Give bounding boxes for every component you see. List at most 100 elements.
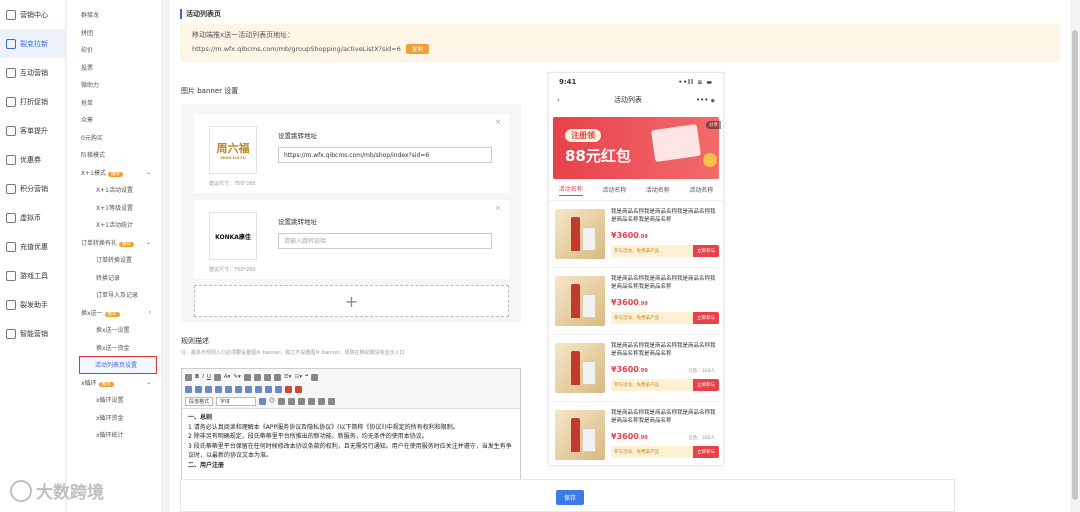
italic-icon[interactable]: I: [202, 374, 204, 380]
subnav-item[interactable]: X+1活动统计: [67, 216, 161, 234]
join-button[interactable]: 立即参与: [693, 312, 719, 324]
product-card[interactable]: 我是商品名称我是商品名称我是商品名称我是商品名称我是商品名称 ¥3600.99 …: [553, 205, 719, 268]
html-icon[interactable]: [185, 373, 192, 381]
subnav-item[interactable]: 订单转换设置: [67, 251, 161, 269]
subnav-item[interactable]: 阶梯模式: [67, 146, 161, 164]
paint-icon[interactable]: [327, 397, 335, 405]
subnav-item[interactable]: 砍价: [67, 41, 161, 59]
close-icon[interactable]: ×: [495, 204, 501, 212]
link-input[interactable]: [278, 147, 492, 163]
image-icon[interactable]: [195, 385, 202, 393]
subnav-item[interactable]: x循环资金: [67, 409, 161, 427]
subnav-item[interactable]: 抢单: [67, 94, 161, 112]
save-button[interactable]: 保存: [556, 490, 585, 505]
sidebar-item-points[interactable]: 积分营销: [0, 174, 65, 203]
sidebar-item-interaction[interactable]: 互动营销: [0, 58, 65, 87]
spacing-icon[interactable]: [297, 397, 305, 405]
subnav-item[interactable]: 0元购买: [67, 129, 161, 147]
phone-tab[interactable]: 活动名称: [602, 185, 626, 194]
copy-button[interactable]: 复制: [405, 44, 429, 54]
hero-banner[interactable]: 注册领 88元红包 分享: [553, 117, 721, 179]
rich-text-editor[interactable]: B I U A▾ ✎▾ ☰▾ ☷▾ ❝ 段落格式 字体 ☺ 一、总则 1 请务必…: [181, 368, 521, 486]
share-button[interactable]: 分享: [706, 121, 721, 129]
link-icon[interactable]: [287, 397, 295, 405]
split-icon[interactable]: [245, 385, 252, 393]
subnav-item[interactable]: x循环统计: [67, 426, 161, 444]
sidebar-item-order[interactable]: 客单提升: [0, 116, 65, 145]
sidebar-item-discount[interactable]: 打折促销: [0, 87, 65, 116]
sidebar-item-virtual-coin[interactable]: 虚拟币: [0, 203, 65, 232]
strike-icon[interactable]: [213, 373, 221, 381]
table-icon[interactable]: [185, 385, 192, 393]
align-center-icon[interactable]: [253, 373, 261, 381]
scrollbar[interactable]: [1070, 0, 1080, 512]
phone-tab[interactable]: 活动名称: [558, 184, 583, 196]
map-icon[interactable]: [277, 397, 285, 405]
join-button[interactable]: 立即参与: [693, 379, 719, 391]
anchor-icon[interactable]: [295, 385, 302, 393]
join-button[interactable]: 立即参与: [693, 446, 719, 458]
scrollbar-thumb[interactable]: [1072, 30, 1078, 500]
filter-icon[interactable]: [285, 385, 292, 393]
merge-icon[interactable]: [235, 385, 242, 393]
subnav-item[interactable]: 众筹: [67, 111, 161, 129]
subnav-item[interactable]: X+1等级设置: [67, 199, 161, 217]
subnav-item[interactable]: 转换记录: [67, 269, 161, 287]
product-card[interactable]: 我是商品名称我是商品名称我是商品名称我是商品名称我是商品名称 ¥3600.99 …: [553, 406, 719, 465]
subnav-item[interactable]: 换x送一设置: [67, 321, 161, 339]
subnav-group-xplus1[interactable]: X+1模式 推荐 ⌄: [67, 164, 161, 182]
sidebar-item-marketing-center[interactable]: 营销中心: [0, 0, 65, 29]
delete-table-icon[interactable]: [275, 385, 282, 393]
subnav-item[interactable]: 订单导入及记录: [67, 286, 161, 304]
code-icon[interactable]: [311, 373, 319, 381]
subnav-item[interactable]: X+1活动设置: [67, 181, 161, 199]
image-upload-icon[interactable]: [259, 397, 267, 405]
justify-icon[interactable]: [273, 373, 281, 381]
subnav-item-active-list-settings[interactable]: 活动列表页设置: [79, 356, 157, 374]
subnav-group-xback1[interactable]: 换x送一 推荐 ›: [67, 304, 161, 322]
bold-icon[interactable]: B: [195, 374, 199, 380]
quote-icon[interactable]: ❝: [305, 374, 308, 380]
banner-image-konka[interactable]: KONKA康佳: [209, 212, 257, 260]
delete-col-icon[interactable]: [265, 385, 272, 393]
close-icon[interactable]: ×: [495, 118, 501, 126]
sidebar-item-game[interactable]: 游戏工具: [0, 261, 65, 290]
sidebar-item-recharge[interactable]: 充值优惠: [0, 232, 65, 261]
subnav-item[interactable]: 投票: [67, 59, 161, 77]
link-input[interactable]: [278, 233, 492, 249]
underline-icon[interactable]: U: [207, 374, 211, 380]
subnav-group-xloop[interactable]: x循环 推荐 ⌄: [67, 374, 161, 392]
paragraph-select[interactable]: 段落格式: [185, 396, 214, 406]
subnav-item[interactable]: 群接龙: [67, 6, 161, 24]
video-icon[interactable]: [205, 385, 212, 393]
capture-icon[interactable]: ◉: [711, 98, 715, 104]
subnav-group-order-gift[interactable]: 订单转换有礼 推荐 ⌄: [67, 234, 161, 252]
join-button[interactable]: 立即参与: [693, 245, 719, 257]
font-color-icon[interactable]: A▾: [224, 374, 231, 380]
subnav-item[interactable]: x循环设置: [67, 391, 161, 409]
indent-icon[interactable]: [307, 397, 315, 405]
more-icon[interactable]: •••: [696, 96, 708, 104]
align-left-icon[interactable]: [243, 373, 251, 381]
sidebar-item-assistant[interactable]: 裂发助手: [0, 290, 65, 319]
subnav-item[interactable]: 微助力: [67, 76, 161, 94]
emoji-icon[interactable]: ☺: [269, 398, 275, 404]
add-banner-button[interactable]: +: [194, 285, 509, 317]
subnav-item[interactable]: 拼团: [67, 24, 161, 42]
highlight-icon[interactable]: ✎▾: [233, 374, 240, 380]
product-card[interactable]: 我是商品名称我是商品名称我是商品名称我是商品名称我是商品名称 ¥3600.99 …: [553, 339, 719, 402]
sidebar-item-coupon[interactable]: 优惠券: [0, 145, 65, 174]
banner-image-zhouliufu[interactable]: 周六福 ZHOU LIU FU: [209, 126, 257, 174]
unordered-list-icon[interactable]: ☷▾: [294, 374, 302, 380]
delete-row-icon[interactable]: [255, 385, 262, 393]
clear-format-icon[interactable]: [317, 397, 325, 405]
back-icon[interactable]: ‹: [557, 96, 560, 104]
ordered-list-icon[interactable]: ☰▾: [284, 374, 292, 380]
phone-tab[interactable]: 活动名称: [646, 185, 670, 194]
product-card[interactable]: 我是商品名称我是商品名称我是商品名称我是商品名称我是商品名称 ¥3600.99 …: [553, 272, 719, 335]
notice-url[interactable]: https://m.wfx.qibcms.com/mb/groupShoppin…: [192, 45, 401, 53]
subnav-item[interactable]: 换x送一资金: [67, 339, 161, 357]
editor-content[interactable]: 一、总则 1 请务必认真阅读和理解本《APP服务协议及隐私协议》(以下简称《协议…: [182, 409, 520, 474]
insert-row-icon[interactable]: [215, 385, 222, 393]
sidebar-item-smart[interactable]: 智能营销: [0, 319, 65, 348]
